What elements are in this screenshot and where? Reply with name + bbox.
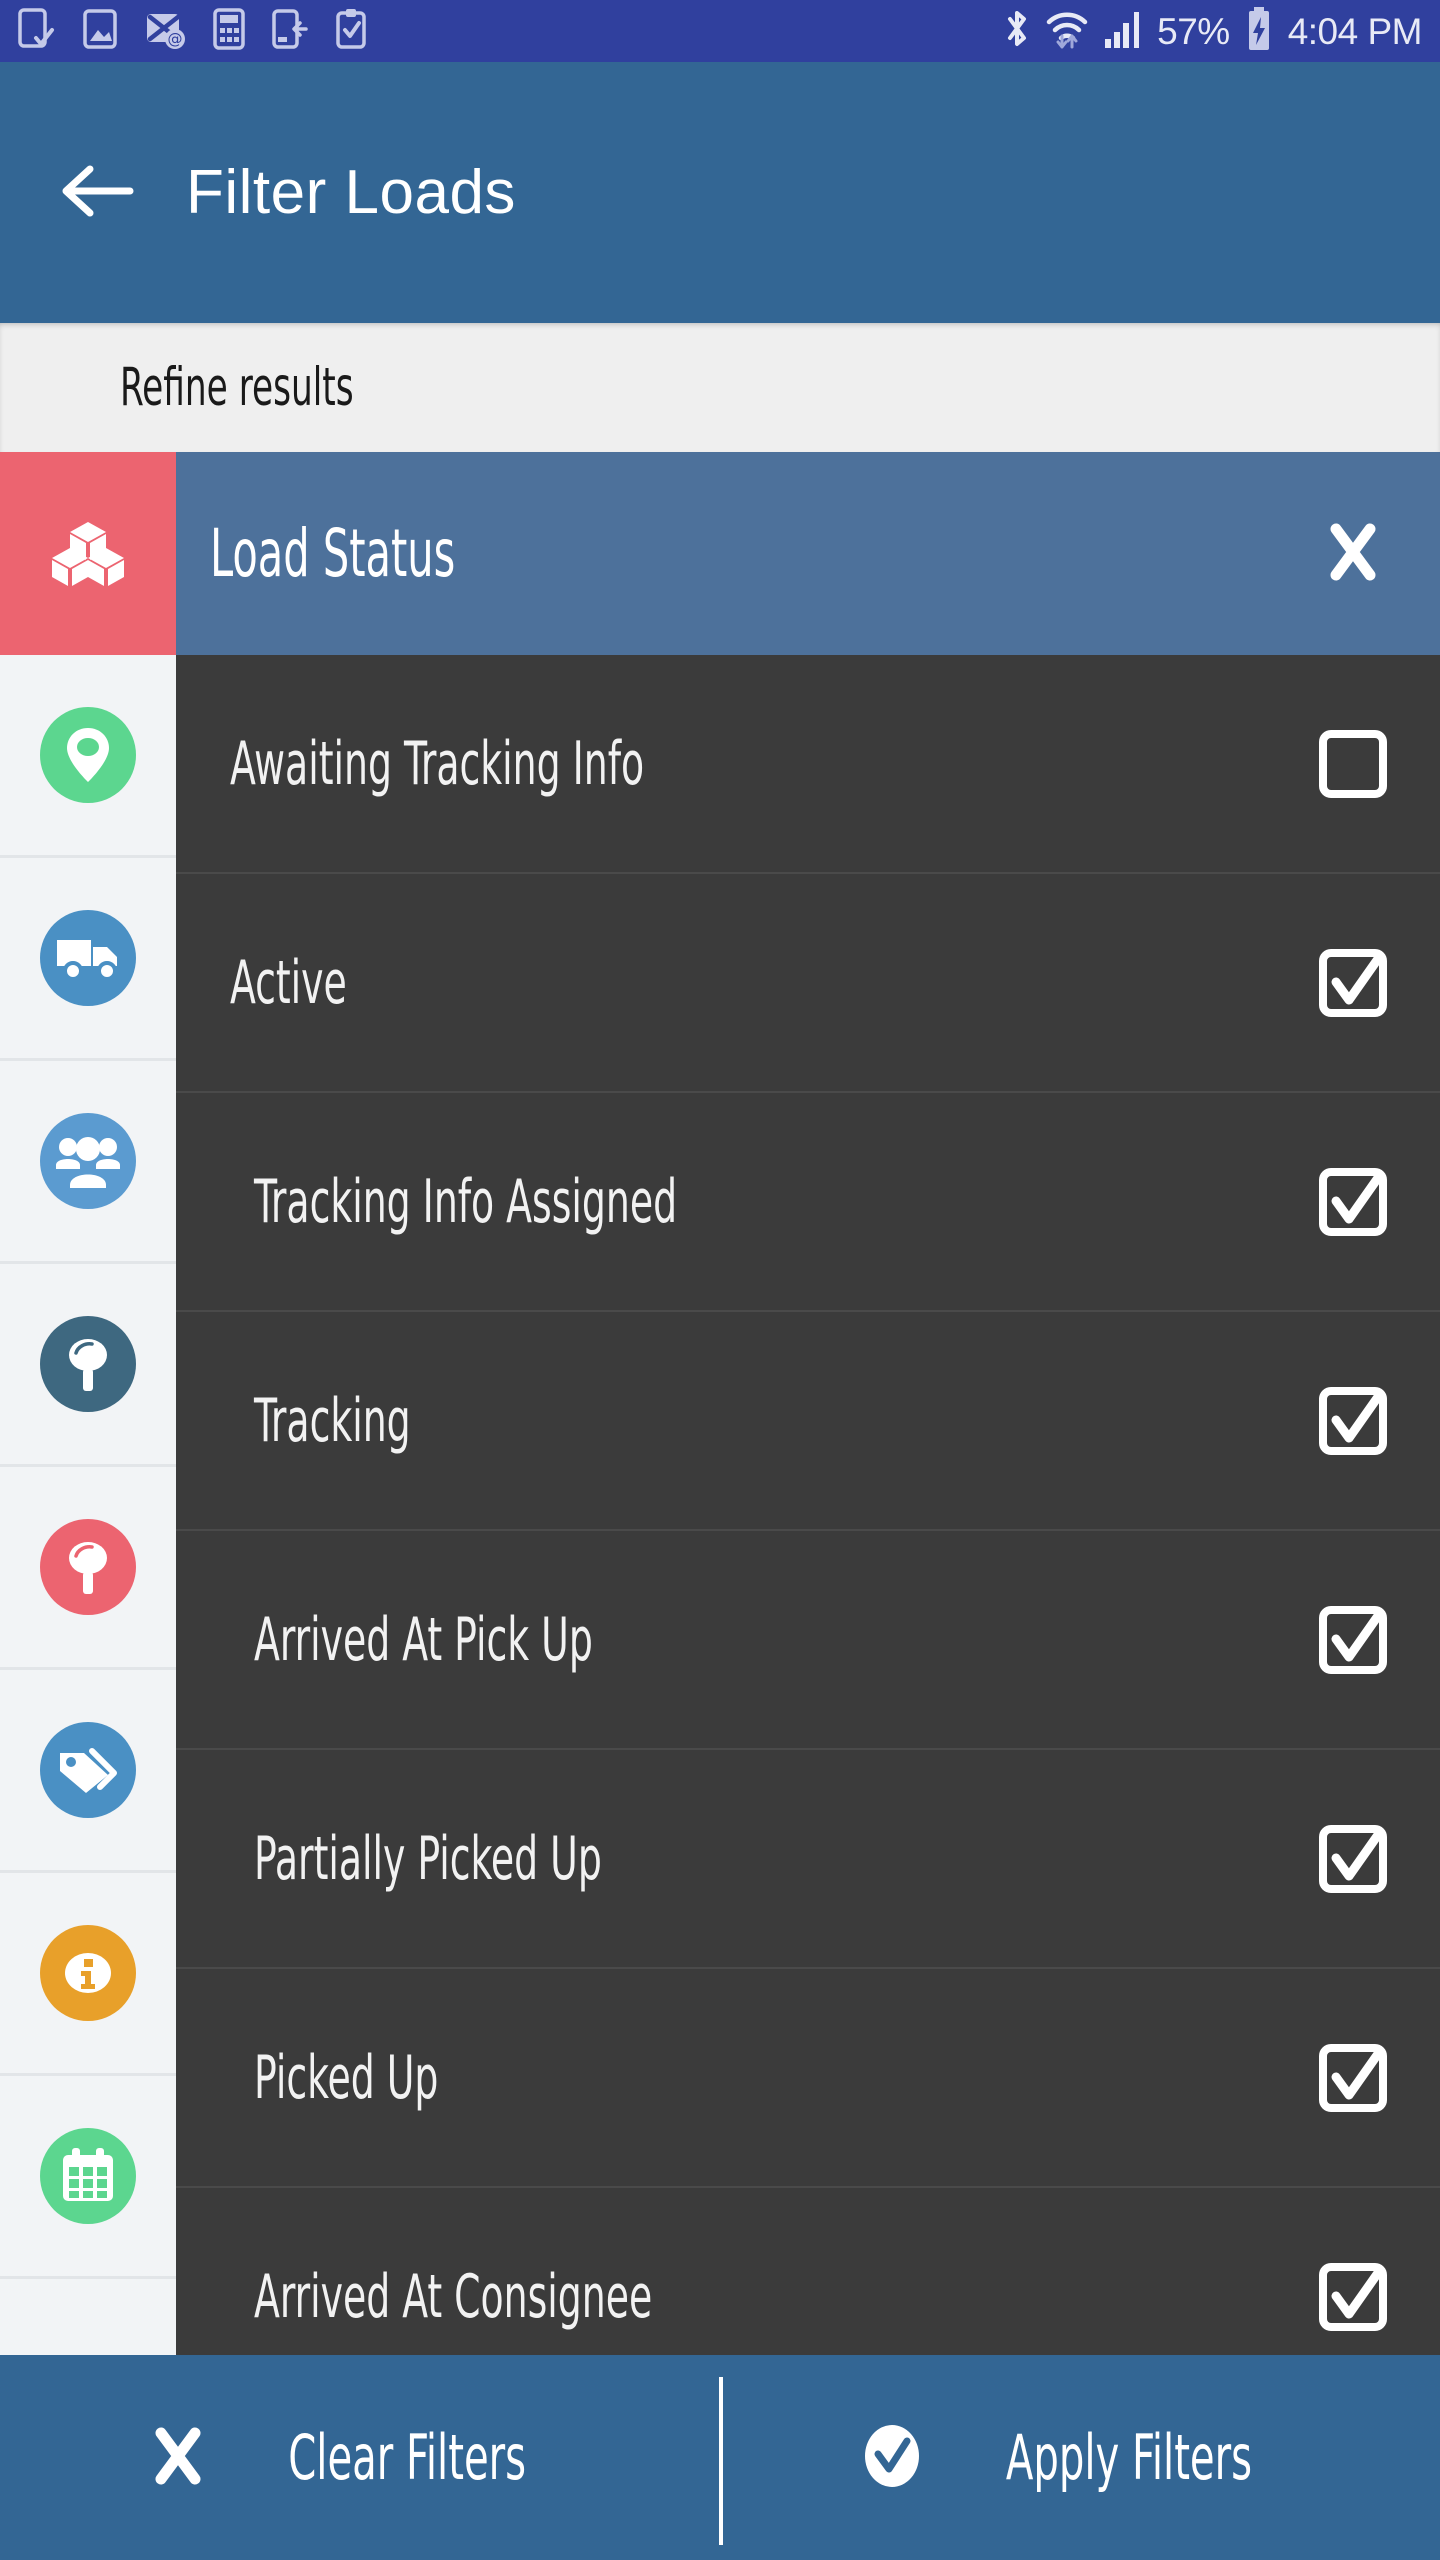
apply-filters-button[interactable]: Apply Filters	[720, 2355, 1440, 2560]
checkbox-checked-icon[interactable]	[1318, 1167, 1388, 1237]
load-status-option-label: Awaiting Tracking Info	[230, 728, 645, 799]
people-icon	[40, 1113, 136, 1209]
checkbox-checked-icon[interactable]	[1318, 1605, 1388, 1675]
load-status-option-label: Active	[230, 947, 347, 1018]
status-system-area: 57% 4:04 PM	[1003, 6, 1423, 56]
sidebar-item-info[interactable]	[0, 1873, 176, 2076]
checkbox-checked-icon[interactable]	[1318, 948, 1388, 1018]
battery-charging-icon	[1244, 6, 1274, 56]
panel-header: Load Status	[176, 452, 1440, 655]
sidebar-item-tags[interactable]	[0, 1670, 176, 1873]
clear-filters-button[interactable]: Clear Filters	[0, 2355, 720, 2560]
sidebar-item-carrier[interactable]	[0, 858, 176, 1061]
filter-body: Load Status Awaiting Tracking Info Active…	[0, 452, 1440, 2355]
signal-bars-icon	[1103, 7, 1143, 55]
clock-label: 4:04 PM	[1287, 10, 1423, 52]
clear-filters-label: Clear Filters	[288, 2421, 526, 2494]
check-circle-icon	[860, 2421, 924, 2495]
phone-check-icon	[18, 8, 56, 54]
checkbox-checked-icon[interactable]	[1318, 2262, 1388, 2332]
refine-results-bar: Refine results	[0, 323, 1440, 452]
photo-icon	[82, 8, 118, 54]
clipboard-check-icon	[334, 8, 368, 54]
calculator-icon	[212, 8, 246, 54]
sidebar-item-location[interactable]	[0, 655, 176, 858]
load-status-option-row[interactable]: Arrived At Consignee	[176, 2188, 1440, 2355]
load-status-option-label: Tracking Info Assigned	[254, 1166, 678, 1237]
boxes-icon	[40, 502, 136, 602]
calendar-icon	[40, 2128, 136, 2224]
load-status-option-row[interactable]: Partially Picked Up	[176, 1750, 1440, 1969]
phone-arrow-icon	[272, 8, 308, 54]
svg-text:@: @	[168, 30, 183, 48]
filter-category-rail	[0, 452, 176, 2355]
sidebar-item-date[interactable]	[0, 2076, 176, 2279]
load-status-option-row[interactable]: Tracking	[176, 1312, 1440, 1531]
checkbox-checked-icon[interactable]	[1318, 1386, 1388, 1456]
bottom-bar-divider	[719, 2377, 723, 2545]
load-status-option-label: Partially Picked Up	[254, 1823, 602, 1894]
status-bar: @ 57% 4:04 PM	[0, 0, 1440, 62]
arrow-left-icon	[60, 160, 138, 226]
back-button[interactable]	[60, 154, 138, 232]
filter-loads-screen: @ 57% 4:04 PM Filter Loads Refine result…	[0, 0, 1440, 2560]
magnifier-dark-icon	[40, 1316, 136, 1412]
sidebar-item-search-origin[interactable]	[0, 1264, 176, 1467]
mail-cross-icon: @	[144, 8, 186, 54]
battery-percent-label: 57%	[1157, 10, 1230, 52]
truck-icon	[40, 910, 136, 1006]
refine-results-label: Refine results	[120, 357, 354, 418]
tags-icon	[40, 1722, 136, 1818]
load-status-option-row[interactable]: Awaiting Tracking Info	[176, 655, 1440, 874]
load-status-option-row[interactable]: Arrived At Pick Up	[176, 1531, 1440, 1750]
checkbox-checked-icon[interactable]	[1318, 2043, 1388, 2113]
close-icon	[1322, 521, 1384, 587]
load-status-option-label: Tracking	[254, 1385, 411, 1456]
load-status-option-row[interactable]: Picked Up	[176, 1969, 1440, 2188]
page-title: Filter Loads	[186, 158, 516, 227]
panel-title: Load Status	[210, 515, 456, 592]
close-panel-button[interactable]	[1318, 519, 1388, 589]
checkbox-checked-icon[interactable]	[1318, 1824, 1388, 1894]
load-status-option-label: Arrived At Consignee	[254, 2261, 653, 2332]
load-status-option-label: Picked Up	[254, 2042, 439, 2113]
info-icon	[40, 1925, 136, 2021]
load-status-option-label: Arrived At Pick Up	[254, 1604, 593, 1675]
checkbox-unchecked-icon[interactable]	[1318, 729, 1388, 799]
apply-filters-label: Apply Filters	[1005, 2421, 1253, 2494]
status-notification-icons: @	[18, 8, 368, 54]
sidebar-item-customers[interactable]	[0, 1061, 176, 1264]
bottom-action-bar: Clear Filters Apply Filters	[0, 2355, 1440, 2560]
sidebar-item-load-status[interactable]	[0, 452, 176, 655]
load-status-options-list: Awaiting Tracking Info Active Tracking Inf…	[176, 655, 1440, 2355]
bluetooth-icon	[1003, 7, 1031, 55]
magnifier-red-icon	[40, 1519, 136, 1615]
sidebar-item-search-destination[interactable]	[0, 1467, 176, 1670]
wifi-icon	[1045, 7, 1089, 55]
load-status-option-row[interactable]: Tracking Info Assigned	[176, 1093, 1440, 1312]
app-bar: Filter Loads	[0, 62, 1440, 323]
load-status-option-row[interactable]: Active	[176, 874, 1440, 1093]
load-status-panel: Load Status Awaiting Tracking Info Active…	[176, 452, 1440, 2355]
close-icon	[148, 2426, 208, 2490]
map-pin-icon	[40, 707, 136, 803]
